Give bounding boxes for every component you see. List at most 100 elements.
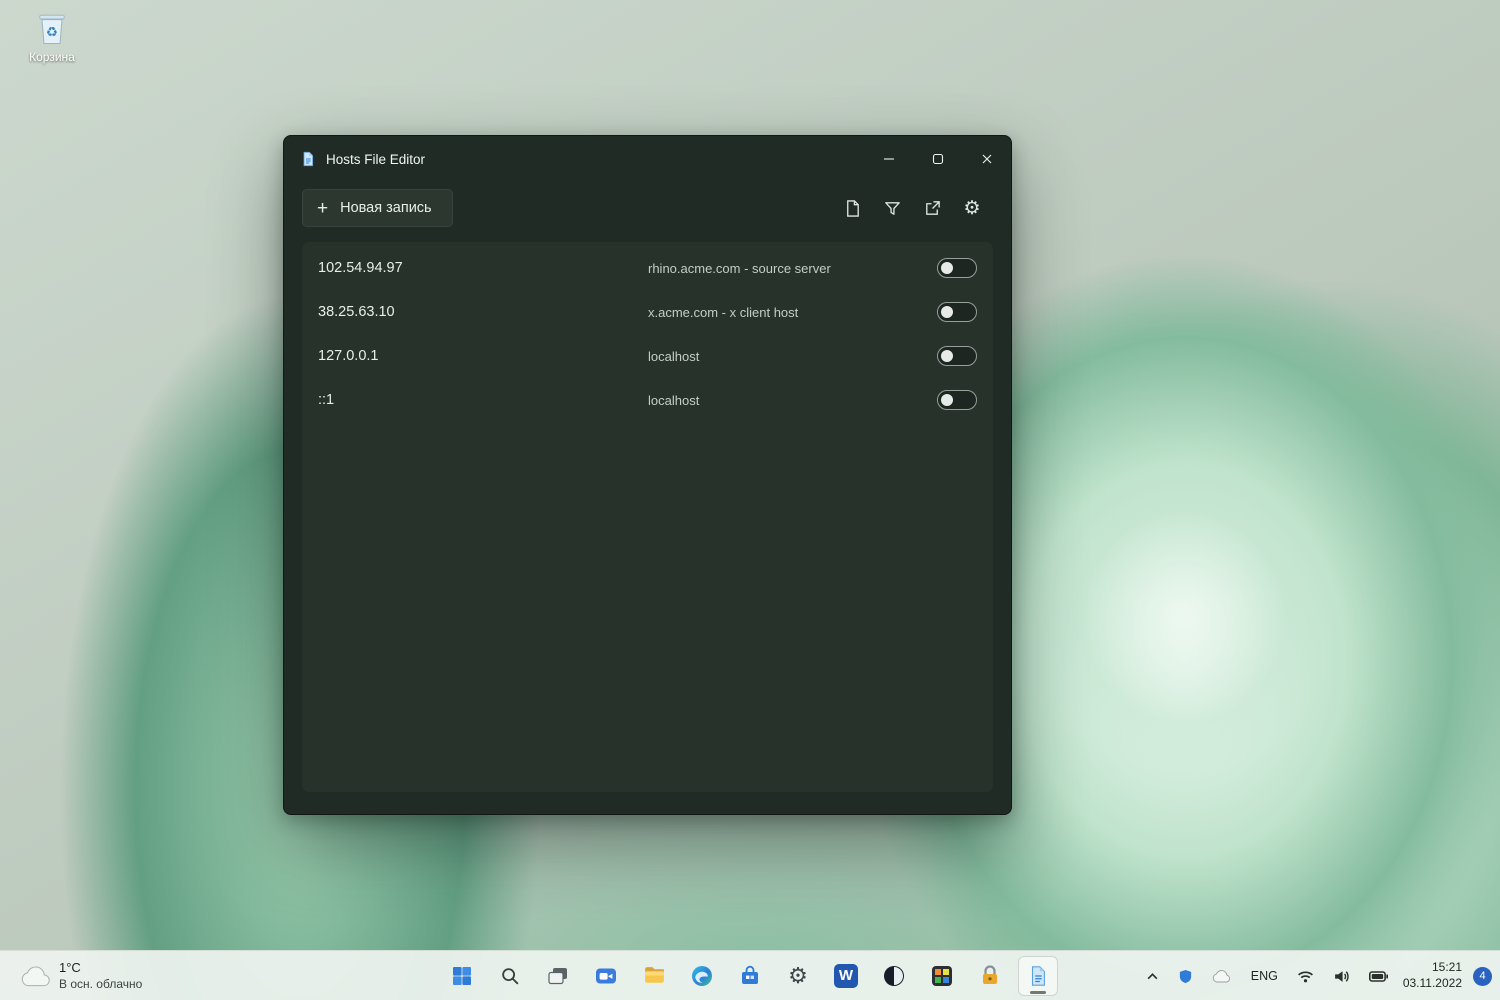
lock-app-button[interactable]	[970, 956, 1010, 996]
language-indicator[interactable]: ENG	[1247, 965, 1282, 987]
filter-funnel-icon	[883, 199, 902, 218]
entry-enabled-toggle[interactable]	[937, 302, 977, 322]
word-icon: W	[834, 964, 858, 988]
cloud-weather-icon	[20, 965, 50, 987]
half-moon-contrast-icon	[882, 964, 906, 988]
filter-button[interactable]	[875, 191, 909, 225]
taskbar-center-icons: ⚙ W	[442, 956, 1058, 996]
battery-tray-button[interactable]	[1365, 967, 1392, 986]
gear-icon: ⚙	[963, 199, 980, 218]
wifi-icon	[1297, 970, 1314, 983]
taskbar: 1°C В осн. облачно	[0, 950, 1500, 1000]
hidden-icons-button[interactable]	[1142, 968, 1163, 985]
notification-count-badge[interactable]: 4	[1473, 967, 1492, 986]
onedrive-tray-button[interactable]	[1208, 965, 1236, 987]
lock-icon	[978, 964, 1002, 988]
new-entry-button[interactable]: + Новая запись	[302, 189, 453, 227]
settings-button[interactable]: ⚙	[955, 191, 989, 225]
host-entry-row[interactable]: ::1 localhost	[302, 378, 993, 422]
settings-gear-icon: ⚙	[788, 965, 808, 987]
minimize-button[interactable]	[864, 136, 913, 182]
entry-enabled-toggle[interactable]	[937, 346, 977, 366]
entry-ip: 102.54.94.97	[318, 260, 648, 276]
new-file-button[interactable]	[835, 191, 869, 225]
word-button[interactable]: W	[826, 956, 866, 996]
security-tray-button[interactable]	[1174, 965, 1197, 988]
chat-video-icon	[594, 964, 618, 988]
weather-condition: В осн. облачно	[59, 977, 142, 992]
microsoft-store-button[interactable]	[730, 956, 770, 996]
toggle-knob	[941, 350, 953, 362]
entry-enabled-toggle[interactable]	[937, 390, 977, 410]
minimize-icon	[883, 153, 895, 165]
edge-browser-button[interactable]	[682, 956, 722, 996]
svg-text:♻: ♻	[46, 24, 58, 39]
clock[interactable]: 15:21 03.11.2022	[1403, 960, 1462, 991]
entry-ip: 38.25.63.10	[318, 304, 648, 320]
titlebar[interactable]: Hosts File Editor	[284, 136, 1011, 182]
entry-host: rhino.acme.com - source server	[648, 261, 933, 276]
windows-logo-icon	[450, 964, 474, 988]
recycle-bin-icon: ♻	[32, 8, 72, 48]
store-bag-icon	[738, 964, 762, 988]
recycle-bin-shortcut[interactable]: ♻ Корзина	[14, 8, 90, 64]
task-view-icon	[546, 964, 570, 988]
speaker-icon	[1333, 969, 1350, 984]
file-icon	[843, 199, 862, 218]
running-app-indicator	[1030, 991, 1046, 994]
host-entry-row[interactable]: 127.0.0.1 localhost	[302, 334, 993, 378]
color-grid-icon	[930, 964, 954, 988]
tray-time: 15:21	[1432, 960, 1462, 976]
start-button[interactable]	[442, 956, 482, 996]
host-entry-row[interactable]: 102.54.94.97 rhino.acme.com - source ser…	[302, 246, 993, 290]
app-document-icon	[300, 151, 316, 167]
weather-temperature: 1°C	[59, 960, 142, 976]
toggle-knob	[941, 394, 953, 406]
word-letter: W	[839, 967, 853, 984]
chat-button[interactable]	[586, 956, 626, 996]
color-grid-app-button[interactable]	[922, 956, 962, 996]
search-button[interactable]	[490, 956, 530, 996]
open-external-button[interactable]	[915, 191, 949, 225]
shield-icon	[1178, 969, 1193, 984]
edge-browser-icon	[690, 964, 714, 988]
entry-ip: ::1	[318, 392, 648, 408]
host-entry-row[interactable]: 38.25.63.10 x.acme.com - x client host	[302, 290, 993, 334]
cloud-onedrive-icon	[1212, 969, 1232, 983]
toolbar: + Новая запись	[284, 182, 1011, 234]
open-external-icon	[923, 199, 942, 218]
recycle-bin-label: Корзина	[14, 50, 90, 64]
weather-widget[interactable]: 1°C В осн. облачно	[10, 951, 152, 1000]
search-icon	[499, 965, 521, 987]
entry-host: x.acme.com - x client host	[648, 305, 933, 320]
hosts-file-editor-window: Hosts File Editor + Новая запи	[283, 135, 1012, 815]
new-entry-label: Новая запись	[340, 200, 432, 216]
host-entries-list: 102.54.94.97 rhino.acme.com - source ser…	[302, 242, 993, 792]
maximize-button[interactable]	[913, 136, 962, 182]
hosts-file-editor-taskbar-button[interactable]	[1018, 956, 1058, 996]
entry-enabled-toggle[interactable]	[937, 258, 977, 278]
entry-host: localhost	[648, 349, 933, 364]
file-explorer-button[interactable]	[634, 956, 674, 996]
task-view-button[interactable]	[538, 956, 578, 996]
window-title: Hosts File Editor	[326, 152, 425, 167]
contrast-app-button[interactable]	[874, 956, 914, 996]
volume-tray-button[interactable]	[1329, 965, 1354, 988]
folder-icon	[642, 963, 667, 988]
maximize-icon	[932, 153, 944, 165]
tray-date: 03.11.2022	[1403, 976, 1462, 992]
desktop: ♻ Корзина Hosts File Editor	[0, 0, 1500, 1000]
settings-app-button[interactable]: ⚙	[778, 956, 818, 996]
chevron-up-icon	[1146, 972, 1159, 981]
close-icon	[981, 153, 993, 165]
toggle-knob	[941, 306, 953, 318]
close-button[interactable]	[962, 136, 1011, 182]
plus-icon: +	[317, 199, 328, 218]
system-tray: ENG	[1142, 951, 1492, 1000]
entry-host: localhost	[648, 393, 933, 408]
battery-icon	[1369, 971, 1388, 982]
toggle-knob	[941, 262, 953, 274]
hosts-editor-document-icon	[1027, 965, 1049, 987]
entry-ip: 127.0.0.1	[318, 348, 648, 364]
wifi-tray-button[interactable]	[1293, 966, 1318, 987]
